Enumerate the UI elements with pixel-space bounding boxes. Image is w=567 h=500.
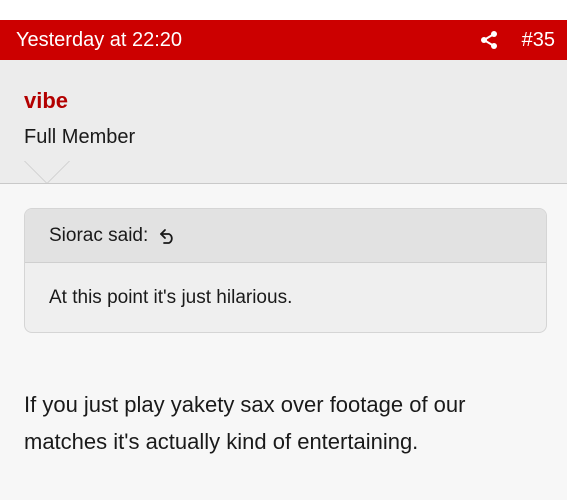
quote-text: At this point it's just hilarious. <box>49 287 293 308</box>
quote-block: Siorac said: At this point it's just hil… <box>24 208 547 333</box>
quote-author[interactable]: Siorac said: <box>49 225 148 247</box>
share-icon[interactable] <box>478 29 500 51</box>
username-link[interactable]: vibe <box>24 88 68 114</box>
user-info: vibe Full Member <box>0 60 567 184</box>
post-header: Yesterday at 22:20 #35 <box>0 20 567 60</box>
post-timestamp-link[interactable]: Yesterday at 22:20 <box>16 29 478 52</box>
post-number-link[interactable]: #35 <box>522 29 555 52</box>
message-body: If you just play yakety sax over footage… <box>24 392 466 454</box>
quote-header: Siorac said: <box>25 209 546 263</box>
user-title: Full Member <box>24 126 136 148</box>
go-to-quote-icon[interactable] <box>158 226 178 246</box>
top-strip <box>0 0 567 20</box>
